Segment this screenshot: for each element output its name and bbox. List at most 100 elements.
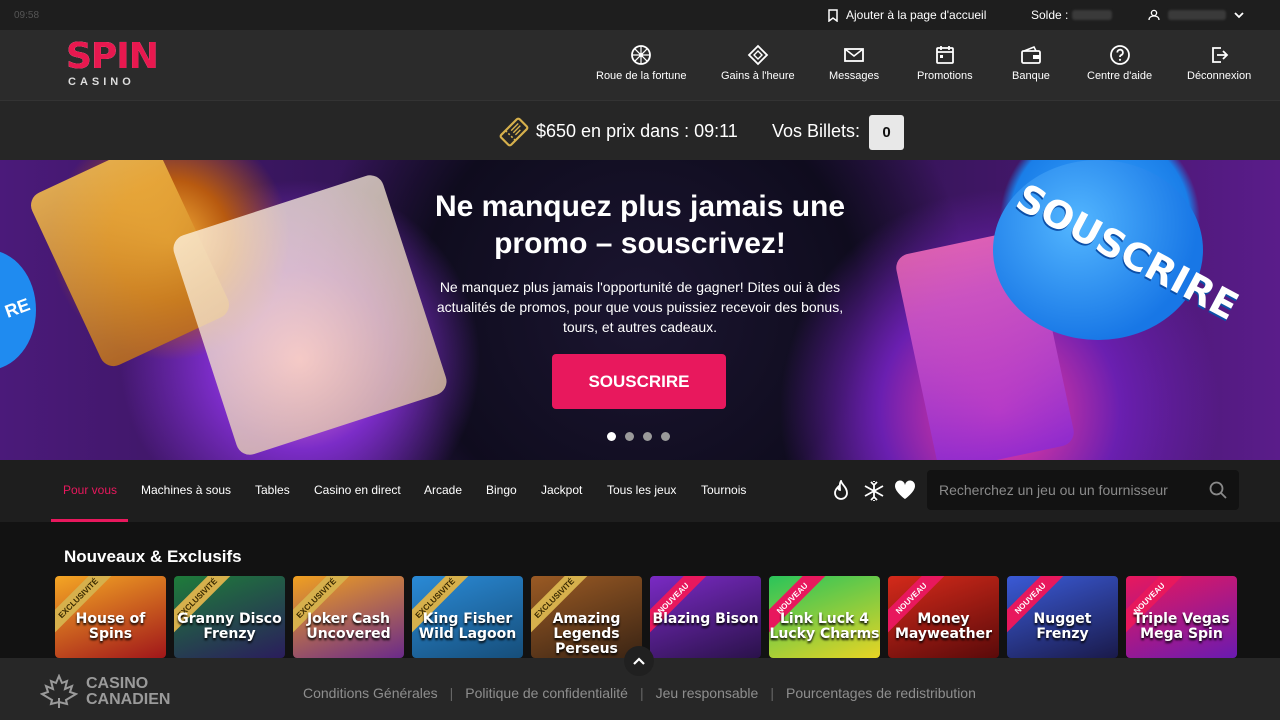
nav-label: Promotions <box>917 70 973 82</box>
main-nav: SPIN CASINO Roue de la fortune Gains à l… <box>0 30 1280 100</box>
game-tile[interactable]: EXCLUSIVITÉ Joker Cash Uncovered <box>293 576 404 658</box>
nav-label: Banque <box>1012 70 1050 82</box>
games-row: EXCLUSIVITÉ House of Spins EXCLUSIVITÉ Gran… <box>55 576 1237 658</box>
section-title: Nouveaux & Exclusifs <box>64 547 242 566</box>
tab-tournois[interactable]: Tournois <box>701 483 746 497</box>
chevron-down-icon <box>1234 12 1244 19</box>
game-title: Nugget Frenzy <box>1033 611 1092 642</box>
game-tile[interactable]: EXCLUSIVITÉ King Fisher Wild Lagoon <box>412 576 523 658</box>
footer-link-terms[interactable]: Conditions Générales <box>303 685 438 701</box>
logout-icon <box>1212 47 1229 63</box>
user-menu[interactable] <box>1148 9 1244 21</box>
game-title: House of Spins <box>75 611 146 642</box>
diamond-icon <box>747 44 769 66</box>
game-title: King Fisher Wild Lagoon <box>418 611 517 642</box>
game-tile[interactable]: NOUVEAU Nugget Frenzy <box>1007 576 1118 658</box>
game-tile[interactable]: NOUVEAU Blazing Bison <box>650 576 761 658</box>
carousel-dot-2[interactable] <box>625 432 634 441</box>
add-home-label: Ajouter à la page d'accueil <box>846 8 987 22</box>
logo-line-2: CANADIEN <box>86 691 171 708</box>
search-box <box>927 470 1239 510</box>
tickets-label: Vos Billets: <box>772 121 861 141</box>
envelope-icon <box>844 48 864 62</box>
hero-body: Ne manquez plus jamais l'opportunité de … <box>436 279 844 335</box>
nav-label: Déconnexion <box>1187 70 1252 82</box>
nav-label: Gains à l'heure <box>721 70 795 82</box>
balance: Solde : <box>1031 8 1113 22</box>
calendar-icon <box>935 46 954 64</box>
game-tile[interactable]: EXCLUSIVITÉ House of Spins <box>55 576 166 658</box>
nav-wheel-of-fortune[interactable]: Roue de la fortune <box>596 44 687 82</box>
game-tile[interactable]: EXCLUSIVITÉ Amazing Legends Perseus <box>531 576 642 658</box>
nav-help-center[interactable]: Centre d'aide <box>1087 44 1152 82</box>
tab-tables[interactable]: Tables <box>255 483 290 497</box>
nav-label: Centre d'aide <box>1087 70 1153 82</box>
separator: | <box>639 685 644 701</box>
spin-casino-logo[interactable]: SPIN CASINO <box>66 38 159 92</box>
balance-label: Solde : <box>1031 8 1069 22</box>
user-icon <box>1148 9 1160 21</box>
tab-machines-a-sous[interactable]: Machines à sous <box>141 483 231 497</box>
nav-label: Roue de la fortune <box>596 70 687 82</box>
separator: | <box>770 685 774 701</box>
game-title: Granny Disco Frenzy <box>177 611 282 642</box>
carousel-dot-3[interactable] <box>643 432 652 441</box>
search-icon[interactable] <box>1209 481 1227 499</box>
scroll-to-top-button[interactable] <box>624 646 654 676</box>
nav-messages[interactable]: Messages <box>829 44 879 82</box>
nav-bank[interactable]: Banque <box>1012 44 1050 82</box>
logo-line-1: CASINO <box>86 675 149 692</box>
tab-jackpot[interactable]: Jackpot <box>541 483 582 497</box>
fire-icon[interactable] <box>832 480 850 502</box>
tab-casino-en-direct[interactable]: Casino en direct <box>314 483 401 497</box>
nav-logout[interactable]: Déconnexion <box>1187 44 1251 82</box>
tab-arcade[interactable]: Arcade <box>424 483 462 497</box>
promo-hero-banner[interactable]: RE SOUSCRIRE Ne manquez plus jamais une … <box>0 160 1280 460</box>
snowflake-icon[interactable] <box>863 480 885 502</box>
game-title: Blazing Bison <box>652 611 759 627</box>
game-title: Link Luck 4 Lucky Charms <box>769 611 880 642</box>
game-tile[interactable]: NOUVEAU Triple Vegas Mega Spin <box>1126 576 1237 658</box>
username-redacted <box>1168 10 1226 20</box>
carousel-dots <box>607 432 670 441</box>
footer-links: Conditions Générales | Politique de conf… <box>303 685 976 701</box>
carousel-dot-4[interactable] <box>661 432 670 441</box>
footer-link-payout-percentages[interactable]: Pourcentages de redistribution <box>786 685 976 701</box>
game-tile[interactable]: NOUVEAU Money Mayweather <box>888 576 999 658</box>
prize-countdown-text: $650 en prix dans : 09:11 <box>536 121 738 141</box>
active-tab-underline <box>51 519 128 522</box>
bookmark-icon <box>828 8 838 22</box>
help-icon <box>1109 45 1130 65</box>
logo-casino-text: CASINO <box>68 76 135 88</box>
subscribe-button[interactable]: SOUSCRIRE <box>552 354 726 409</box>
prize-bar: $650 en prix dans : 09:11 Vos Billets: 0 <box>0 100 1280 160</box>
maple-leaf-icon <box>40 674 78 708</box>
footer-link-privacy[interactable]: Politique de confidentialité <box>465 685 628 701</box>
balance-value-redacted <box>1072 10 1113 20</box>
heart-icon[interactable] <box>894 480 916 500</box>
game-title: Joker Cash Uncovered <box>306 611 391 642</box>
nav-label: Messages <box>829 70 880 82</box>
nav-promotions[interactable]: Promotions <box>917 44 973 82</box>
footer-link-responsible-gaming[interactable]: Jeu responsable <box>656 685 759 701</box>
game-tile[interactable]: NOUVEAU Link Luck 4 Lucky Charms <box>769 576 880 658</box>
nav-hourly-wins[interactable]: Gains à l'heure <box>721 44 795 82</box>
left-bubble: RE <box>0 250 36 370</box>
add-to-homescreen-link[interactable]: Ajouter à la page d'accueil <box>828 8 986 22</box>
game-title: Amazing Legends Perseus <box>552 611 621 657</box>
ticket-icon <box>499 117 529 147</box>
tickets-count[interactable]: 0 <box>869 115 904 150</box>
left-bubble-text: RE <box>2 294 33 322</box>
tab-tous-les-jeux[interactable]: Tous les jeux <box>607 483 676 497</box>
tab-bingo[interactable]: Bingo <box>486 483 517 497</box>
tab-pour-vous[interactable]: Pour vous <box>63 483 117 497</box>
clock-text: 09:58 <box>14 9 40 21</box>
casino-canadien-logo[interactable]: CASINO CANADIEN <box>40 674 170 710</box>
wheel-icon <box>631 45 652 65</box>
game-tile[interactable]: EXCLUSIVITÉ Granny Disco Frenzy <box>174 576 285 658</box>
carousel-dot-1[interactable] <box>607 432 616 441</box>
game-title: Money Mayweather <box>894 611 992 642</box>
wallet-icon <box>1021 45 1041 64</box>
search-input[interactable] <box>939 482 1209 498</box>
category-bar: Pour vous Machines à sous Tables Casino … <box>0 460 1280 522</box>
